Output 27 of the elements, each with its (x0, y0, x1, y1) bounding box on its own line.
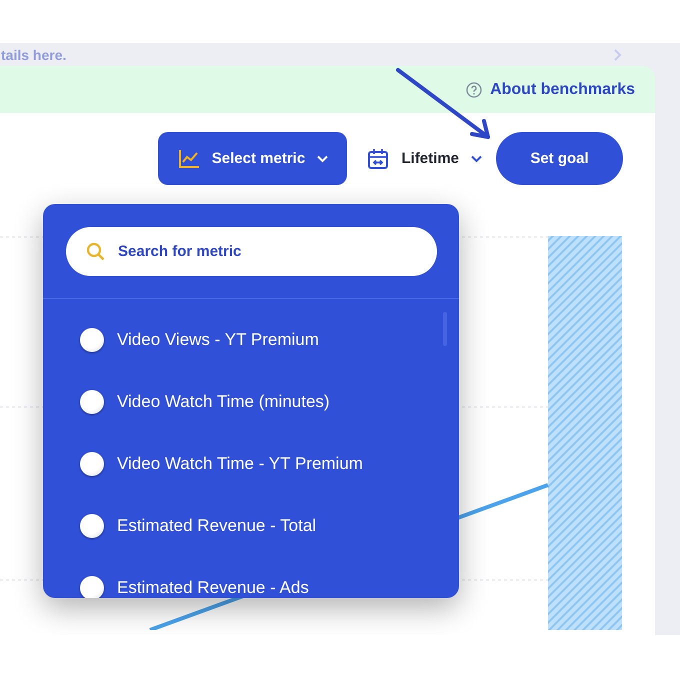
option-label: Video Views - YT Premium (117, 330, 319, 350)
option-label: Estimated Revenue - Total (117, 516, 316, 536)
select-metric-button[interactable]: Select metric (158, 132, 348, 185)
date-range-dropdown[interactable]: Lifetime (367, 148, 482, 170)
hint-text: tails here. (1, 46, 66, 62)
option-label: Video Watch Time - YT Premium (117, 454, 363, 474)
metric-option[interactable]: Estimated Revenue - Ads (80, 557, 459, 598)
metric-option[interactable]: Video Views - YT Premium (80, 309, 459, 371)
option-label: Estimated Revenue - Ads (117, 578, 309, 598)
metric-option[interactable]: Estimated Revenue - Total (80, 495, 459, 557)
line-chart-icon (178, 148, 200, 168)
radio-button[interactable] (80, 452, 104, 476)
radio-button[interactable] (80, 328, 104, 352)
metric-option[interactable]: Video Watch Time - YT Premium (80, 433, 459, 495)
metric-option[interactable]: Video Watch Time (minutes) (80, 371, 459, 433)
search-field[interactable]: Search for metric (66, 227, 437, 276)
about-benchmarks-link[interactable]: About benchmarks (466, 80, 635, 98)
radio-button[interactable] (80, 514, 104, 538)
search-icon (86, 242, 106, 262)
option-label: Video Watch Time (minutes) (117, 392, 330, 412)
chevron-down-icon (471, 154, 482, 162)
radio-button[interactable] (80, 390, 104, 414)
radio-button[interactable] (80, 576, 104, 598)
calendar-icon (367, 148, 390, 170)
set-goal-button[interactable]: Set goal (496, 132, 623, 185)
chevron-down-icon (317, 154, 328, 162)
help-icon (466, 82, 482, 98)
